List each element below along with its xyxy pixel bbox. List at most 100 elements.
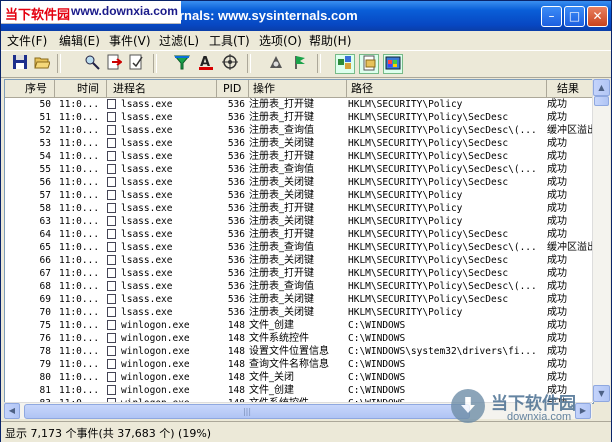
- table-row[interactable]: 68 11:0... lsass.exe 536 注册表_查询值 HKLM\SECURIT…: [5, 280, 593, 293]
- cell-result: 成功: [547, 268, 567, 279]
- table-row[interactable]: 65 11:0... lsass.exe 536 注册表_查询值 HKLM\SECURIT…: [5, 241, 593, 254]
- table-row[interactable]: 63 11:0... lsass.exe 536 注册表_关闭键 HKLM\SECURIT…: [5, 215, 593, 228]
- col-header-time[interactable]: 时间: [55, 80, 107, 97]
- cell-process: lsass.exe: [121, 164, 173, 175]
- cell-operation: 注册表_关闭键: [249, 190, 314, 201]
- table-row[interactable]: 67 11:0... lsass.exe 536 注册表_打开键 HKLM\SECURIT…: [5, 267, 593, 280]
- col-header-seq[interactable]: 序号: [5, 80, 55, 97]
- file-icon[interactable]: [359, 54, 379, 74]
- process-icon: [107, 125, 116, 135]
- table-row[interactable]: 76 11:0... winlogon.exe 148 文件系统控件 C:\WINDOWS…: [5, 332, 593, 345]
- cell-time: 11:0...: [59, 164, 100, 175]
- cell-time: 11:0...: [59, 125, 100, 136]
- cell-process: winlogon.exe: [121, 372, 190, 383]
- cell-operation: 注册表_关闭键: [249, 138, 314, 149]
- table-row[interactable]: 55 11:0... lsass.exe 536 注册表_查询值 HKLM\SECURIT…: [5, 163, 593, 176]
- app-window: rnals: www.sysinternals.com – □ ✕ 当下软件园 …: [0, 0, 612, 442]
- scroll-left-icon[interactable]: ◀: [4, 403, 20, 419]
- process-icon[interactable]: [383, 54, 403, 74]
- cell-time: 11:0...: [59, 203, 100, 214]
- cell-result: 成功: [547, 99, 567, 110]
- menu-help[interactable]: 帮助(H): [309, 32, 351, 49]
- col-header-operation[interactable]: 操作: [249, 80, 347, 97]
- menu-options[interactable]: 选项(O): [259, 32, 302, 49]
- table-row[interactable]: 69 11:0... lsass.exe 536 注册表_关闭键 HKLM\SECURIT…: [5, 293, 593, 306]
- process-icon: [107, 268, 116, 278]
- table-row[interactable]: 50 11:0... lsass.exe 536 注册表_打开键 HKLM\SECURIT…: [5, 98, 593, 111]
- cell-process: winlogon.exe: [121, 385, 190, 396]
- table-row[interactable]: 66 11:0... lsass.exe 536 注册表_关闭键 HKLM\SECURIT…: [5, 254, 593, 267]
- cell-pid: 536: [227, 242, 245, 253]
- capture-icon[interactable]: [267, 54, 285, 72]
- cell-seq: 81: [39, 385, 51, 396]
- cell-time: 11:0...: [59, 385, 100, 396]
- table-row[interactable]: 51 11:0... lsass.exe 536 注册表_打开键 HKLM\SECURIT…: [5, 111, 593, 124]
- table-row[interactable]: 56 11:0... lsass.exe 536 注册表_关闭键 HKLM\SECURIT…: [5, 176, 593, 189]
- maximize-button[interactable]: □: [564, 6, 585, 27]
- cell-time: 11:0...: [59, 112, 100, 123]
- watermark-url: www.downxia.com: [71, 4, 178, 18]
- cell-seq: 78: [39, 346, 51, 357]
- table-row[interactable]: 64 11:0... lsass.exe 536 注册表_打开键 HKLM\SECURIT…: [5, 228, 593, 241]
- close-button[interactable]: ✕: [587, 6, 608, 27]
- col-header-process[interactable]: 进程名: [107, 80, 217, 97]
- cell-operation: 注册表_打开键: [249, 151, 314, 162]
- find-icon[interactable]: [83, 54, 101, 72]
- menu-edit[interactable]: 编辑(E): [59, 32, 100, 49]
- menu-bar: 文件(F) 编辑(E) 事件(V) 过滤(L) 工具(T) 选项(O) 帮助(H…: [1, 31, 611, 49]
- cell-path: HKLM\SECURITY\Policy: [348, 216, 463, 227]
- cell-seq: 67: [39, 268, 51, 279]
- menu-event[interactable]: 事件(V): [109, 32, 151, 49]
- cell-result: 缓冲区溢出: [547, 125, 593, 136]
- vertical-scroll-thumb[interactable]: [594, 96, 609, 106]
- list-header: 序号 时间 进程名 PID 操作 路径 结果: [5, 80, 593, 98]
- process-icon: [107, 359, 116, 369]
- scroll-up-icon[interactable]: ▲: [593, 79, 610, 96]
- cell-pid: 536: [227, 125, 245, 136]
- cell-result: 成功: [547, 333, 567, 344]
- minimize-button[interactable]: –: [541, 6, 562, 27]
- process-icon: [107, 216, 116, 226]
- table-row[interactable]: 79 11:0... winlogon.exe 148 查询文件名称信息 C:\WINDO…: [5, 358, 593, 371]
- table-row[interactable]: 57 11:0... lsass.exe 536 注册表_关闭键 HKLM\SECURIT…: [5, 189, 593, 202]
- col-header-pid[interactable]: PID: [217, 80, 249, 97]
- col-header-result[interactable]: 结果: [547, 80, 593, 97]
- cell-result: 成功: [547, 346, 567, 357]
- horizontal-scroll-thumb[interactable]: |||: [24, 404, 470, 419]
- properties-icon[interactable]: [127, 54, 145, 72]
- process-icon: [107, 385, 116, 395]
- table-row[interactable]: 75 11:0... winlogon.exe 148 文件_创建 C:\WINDOWS 成…: [5, 319, 593, 332]
- table-row[interactable]: 54 11:0... lsass.exe 536 注册表_打开键 HKLM\SECURIT…: [5, 150, 593, 163]
- cell-seq: 55: [39, 164, 51, 175]
- registry-icon[interactable]: [335, 54, 355, 74]
- event-list[interactable]: 序号 时间 进程名 PID 操作 路径 结果 50 11:0... lsass.ex…: [4, 79, 594, 404]
- col-header-path[interactable]: 路径: [347, 80, 547, 97]
- table-row[interactable]: 78 11:0... winlogon.exe 148 设置文件位置信息 C:\WINDO…: [5, 345, 593, 358]
- save-icon[interactable]: [11, 54, 29, 72]
- table-row[interactable]: 53 11:0... lsass.exe 536 注册表_关闭键 HKLM\SECURIT…: [5, 137, 593, 150]
- table-row[interactable]: 70 11:0... lsass.exe 536 注册表_关闭键 HKLM\SECURIT…: [5, 306, 593, 319]
- cell-result: 成功: [547, 320, 567, 331]
- table-row[interactable]: 80 11:0... winlogon.exe 148 文件_关闭 C:\WINDOWS 成…: [5, 371, 593, 384]
- menu-filter[interactable]: 过滤(L): [159, 32, 199, 49]
- cell-pid: 148: [227, 372, 245, 383]
- cell-time: 11:0...: [59, 177, 100, 188]
- cell-operation: 文件系统控件: [249, 333, 309, 344]
- filter-icon[interactable]: [173, 54, 191, 72]
- vertical-scrollbar[interactable]: ▲ ▼: [592, 79, 610, 402]
- cell-seq: 53: [39, 138, 51, 149]
- cell-result: 成功: [547, 294, 567, 305]
- cell-operation: 文件_创建: [249, 320, 294, 331]
- menu-file[interactable]: 文件(F): [7, 32, 47, 49]
- open-icon[interactable]: [33, 54, 51, 72]
- target-icon[interactable]: [221, 54, 239, 72]
- menu-tools[interactable]: 工具(T): [209, 32, 250, 49]
- table-row[interactable]: 52 11:0... lsass.exe 536 注册表_查询值 HKLM\SECURIT…: [5, 124, 593, 137]
- table-row[interactable]: 58 11:0... lsass.exe 536 注册表_打开键 HKLM\SECURIT…: [5, 202, 593, 215]
- cell-path: HKLM\SECURITY\Policy\SecDesc: [348, 294, 509, 305]
- process-icon: [107, 229, 116, 239]
- cell-process: winlogon.exe: [121, 333, 190, 344]
- flag-icon[interactable]: [291, 54, 309, 72]
- highlight-icon[interactable]: A: [197, 54, 215, 72]
- jump-icon[interactable]: [105, 54, 123, 72]
